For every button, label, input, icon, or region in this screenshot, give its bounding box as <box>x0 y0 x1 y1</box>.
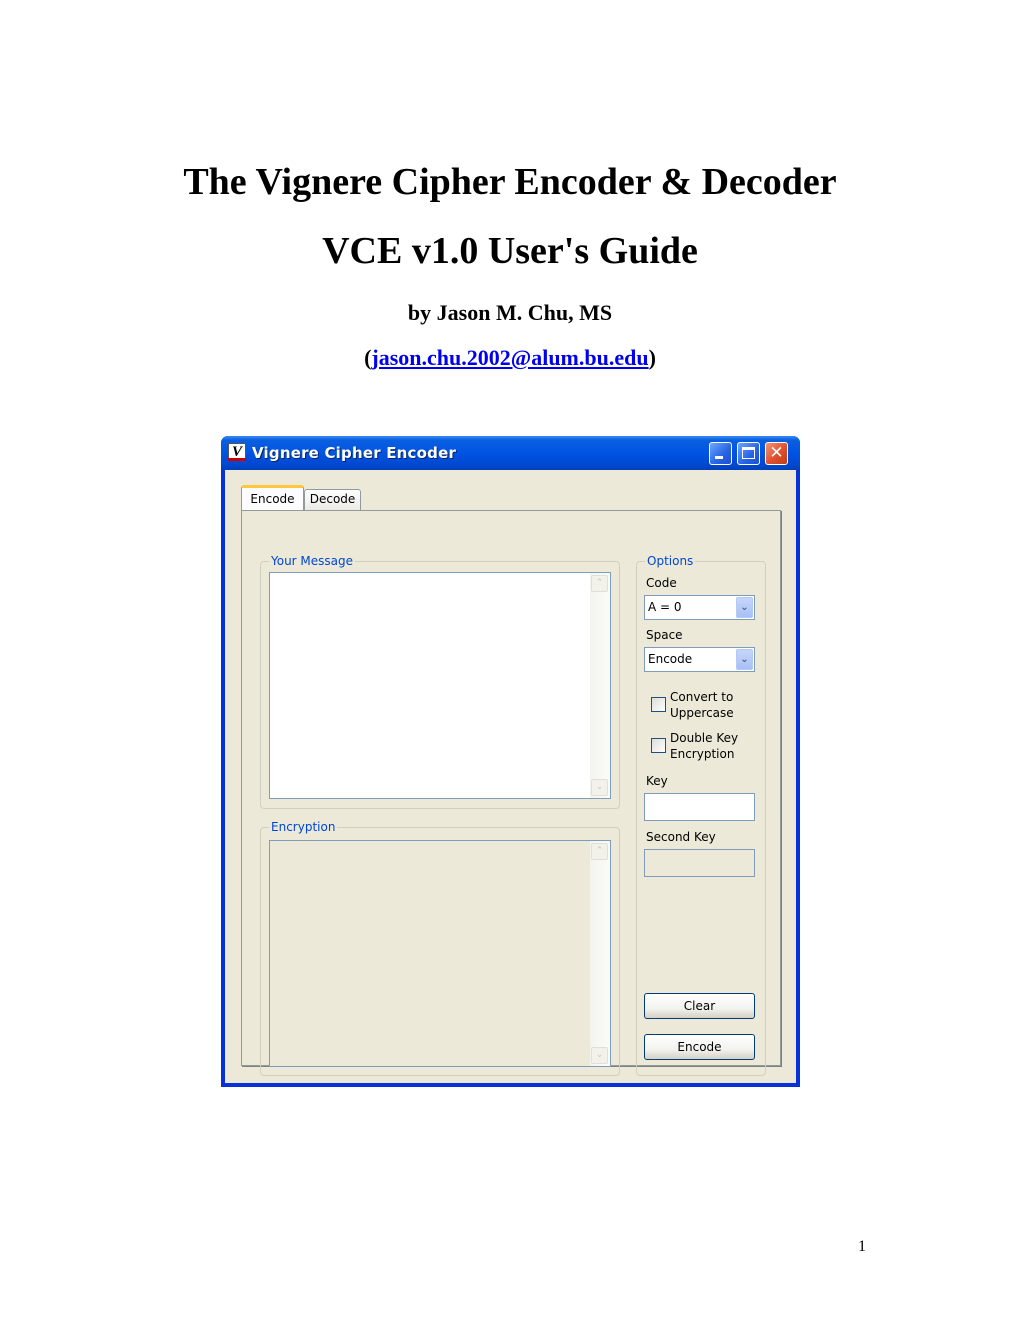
app-icon: V <box>228 443 246 461</box>
options-group: Options Code A = 0 ⌄ Space Encode ⌄ Conv… <box>636 553 766 1076</box>
space-select[interactable]: Encode ⌄ <box>644 647 755 672</box>
encryption-label: Encryption <box>269 819 338 835</box>
chevron-down-icon[interactable]: ⌄ <box>736 597 753 618</box>
double-key-checkbox[interactable] <box>651 738 666 753</box>
convert-uppercase-label-line1: Convert to <box>670 690 734 704</box>
app-window-screenshot: V Vignere Cipher Encoder ✕ Encode Decode… <box>221 436 800 1087</box>
window-client-area: Encode Decode Your Message ⌃ ⌄ Encryptio… <box>225 470 796 1083</box>
double-key-label-line2: Encryption <box>670 747 735 761</box>
maximize-button[interactable] <box>737 442 760 465</box>
close-icon: ✕ <box>769 443 784 463</box>
your-message-group: Your Message ⌃ ⌄ <box>260 553 620 809</box>
scroll-down-icon[interactable]: ⌄ <box>591 1047 608 1064</box>
double-key-label-line1: Double Key <box>670 731 739 745</box>
key-label: Key <box>646 774 668 788</box>
encryption-output-textarea[interactable]: ⌃ ⌄ <box>269 840 611 1067</box>
convert-uppercase-label[interactable]: Convert to Uppercase <box>670 689 734 721</box>
minimize-icon <box>715 456 723 459</box>
maximize-icon <box>742 447 755 459</box>
clear-button[interactable]: Clear <box>644 993 755 1019</box>
your-message-label: Your Message <box>269 553 356 569</box>
chevron-down-icon[interactable]: ⌄ <box>736 649 753 670</box>
close-button[interactable]: ✕ <box>765 442 788 465</box>
window-title: Vignere Cipher Encoder <box>252 444 457 462</box>
scroll-up-icon[interactable]: ⌃ <box>591 843 608 860</box>
second-key-label: Second Key <box>646 830 716 844</box>
document-subtitle: VCE v1.0 User's Guide <box>322 230 698 272</box>
code-select[interactable]: A = 0 ⌄ <box>644 595 755 620</box>
scroll-down-icon[interactable]: ⌄ <box>591 779 608 796</box>
key-input[interactable] <box>644 793 755 821</box>
author-line: by Jason M. Chu, MS <box>407 300 613 325</box>
page-number: 1 <box>858 1238 866 1255</box>
minimize-button[interactable] <box>709 442 732 465</box>
options-label: Options <box>645 553 696 569</box>
double-key-label[interactable]: Double Key Encryption <box>670 730 738 762</box>
email-suffix: ) <box>648 345 656 370</box>
scroll-up-icon[interactable]: ⌃ <box>591 575 608 592</box>
space-label: Space <box>646 628 683 642</box>
encode-button[interactable]: Encode <box>644 1034 755 1060</box>
message-textarea[interactable]: ⌃ ⌄ <box>269 572 611 799</box>
message-scrollbar[interactable]: ⌃ ⌄ <box>590 573 610 798</box>
encryption-scrollbar[interactable]: ⌃ ⌄ <box>590 841 610 1066</box>
second-key-input[interactable] <box>644 849 755 877</box>
email-line: (jason.chu.2002@alum.bu.edu) <box>0 345 1020 371</box>
tab-encode[interactable]: Encode <box>241 485 304 510</box>
convert-uppercase-checkbox[interactable] <box>651 697 666 712</box>
email-link[interactable]: jason.chu.2002@alum.bu.edu <box>371 345 648 370</box>
encryption-group: Encryption ⌃ ⌄ <box>260 819 620 1076</box>
code-label: Code <box>646 576 677 590</box>
window-titlebar[interactable]: V Vignere Cipher Encoder ✕ <box>221 436 800 470</box>
document-title: The Vignere Cipher Encoder & Decoder <box>183 161 837 203</box>
convert-uppercase-label-line2: Uppercase <box>670 706 734 720</box>
code-select-value: A = 0 <box>648 600 682 614</box>
tab-decode[interactable]: Decode <box>304 489 361 510</box>
space-select-value: Encode <box>648 652 693 666</box>
encode-tab-panel: Your Message ⌃ ⌄ Encryption ⌃ ⌄ Options … <box>241 510 781 1076</box>
